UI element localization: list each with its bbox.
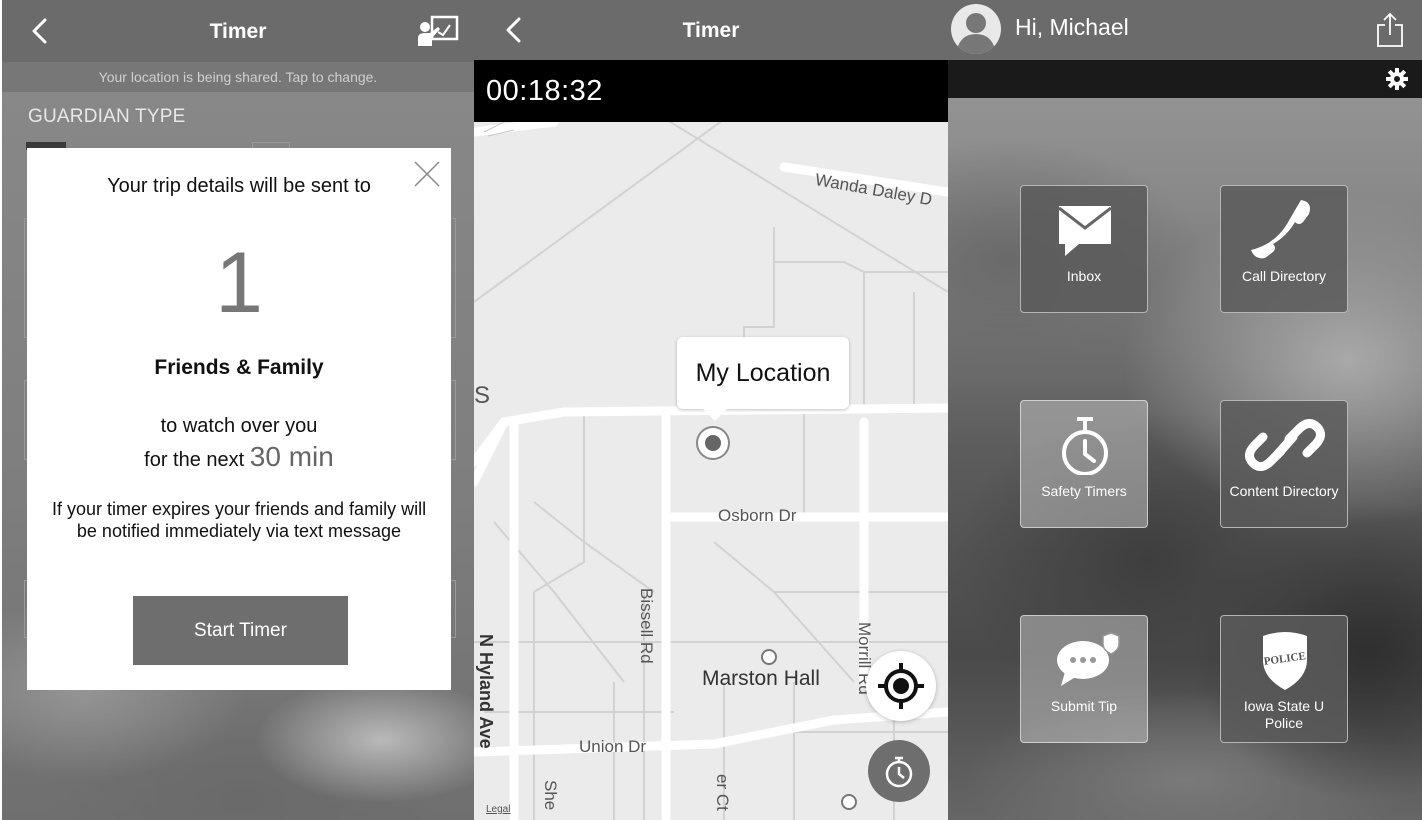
tile-submit-tip[interactable]: Submit Tip <box>1020 615 1148 743</box>
road-label: She <box>541 780 560 811</box>
tile-safety-timers[interactable]: Safety Timers <box>1020 400 1148 528</box>
tile-label: Submit Tip <box>1050 698 1118 714</box>
modal-heading: Your trip details will be sent to <box>107 175 371 197</box>
avatar[interactable] <box>951 4 1001 54</box>
road-label: Osborn Dr <box>718 506 797 525</box>
page-title: Timer <box>682 19 740 42</box>
gear-icon[interactable] <box>1386 68 1408 90</box>
header-bar: Hi, Michael <box>948 0 1422 60</box>
duration-value: 30 min <box>249 441 334 472</box>
presenter-icon[interactable] <box>416 14 460 48</box>
trip-details-modal: Your trip details will be sent to 1 Frie… <box>27 148 451 690</box>
elapsed-timer: 00:18:32 <box>474 60 948 122</box>
link-icon <box>1245 419 1325 471</box>
tile-call-directory[interactable]: Call Directory <box>1220 185 1348 313</box>
crosshair-icon <box>878 663 924 709</box>
building-label: Marston Hall <box>702 667 820 690</box>
my-location-callout[interactable]: My Location <box>677 337 849 421</box>
page-title: Timer <box>209 20 267 43</box>
nav-bar: Timer <box>2 0 474 62</box>
settings-bar <box>948 60 1422 98</box>
duration-prefix: for the next <box>144 449 245 471</box>
road-label: S <box>474 382 491 409</box>
police-badge-icon: POLICE <box>1263 632 1307 690</box>
duration-line: for the next 30 min <box>27 441 451 473</box>
watch-text: to watch over you <box>160 415 318 437</box>
chat-shield-icon <box>1057 632 1120 686</box>
stopwatch-icon <box>885 756 913 788</box>
phone-icon <box>1251 200 1310 259</box>
share-icon[interactable] <box>1376 12 1404 48</box>
nav-bar: Timer <box>474 0 948 60</box>
home-dashboard-screen: Hi, Michael Inbox Call Directory Safety … <box>948 0 1422 820</box>
tile-label: Content Directory <box>1229 483 1339 499</box>
tile-police[interactable]: POLICE Iowa State U Police <box>1220 615 1348 743</box>
tile-content-directory[interactable]: Content Directory <box>1220 400 1348 528</box>
guardian-type-heading: GUARDIAN TYPE <box>28 106 186 127</box>
expiry-note: If your timer expires your friends and f… <box>51 499 427 541</box>
recenter-button[interactable] <box>866 651 936 721</box>
timer-setup-screen: Timer Your location is being shared. Tap… <box>2 0 474 820</box>
start-timer-button[interactable]: Start Timer <box>133 596 348 665</box>
legal-link[interactable]: Legal <box>486 804 510 815</box>
location-pin-icon[interactable] <box>696 426 730 460</box>
tile-label: Safety Timers <box>1041 483 1127 499</box>
envelope-icon <box>1058 206 1112 256</box>
road-label: Union Dr <box>579 737 647 756</box>
road-label: er Ct <box>713 774 732 811</box>
road-label: N Hyland Ave <box>476 634 496 749</box>
recipient-group: Friends & Family <box>154 356 324 379</box>
user-greeting: Hi, Michael <box>1015 14 1129 40</box>
timer-map-screen: Timer 00:18:32 Wanda Daley D S Osborn Dr… <box>474 0 948 820</box>
avatar-icon <box>956 13 996 54</box>
tile-label: Inbox <box>1066 268 1102 284</box>
tile-label: Call Directory <box>1241 268 1326 284</box>
tile-label: Iowa State U Police <box>1243 698 1325 731</box>
location-share-banner[interactable]: Your location is being shared. Tap to ch… <box>2 62 474 92</box>
stopwatch-icon <box>1062 417 1108 475</box>
road-label: Bissell Rd <box>637 588 656 664</box>
timer-button[interactable] <box>868 740 930 802</box>
tile-inbox[interactable]: Inbox <box>1020 185 1148 313</box>
recipient-count: 1 <box>215 235 263 331</box>
